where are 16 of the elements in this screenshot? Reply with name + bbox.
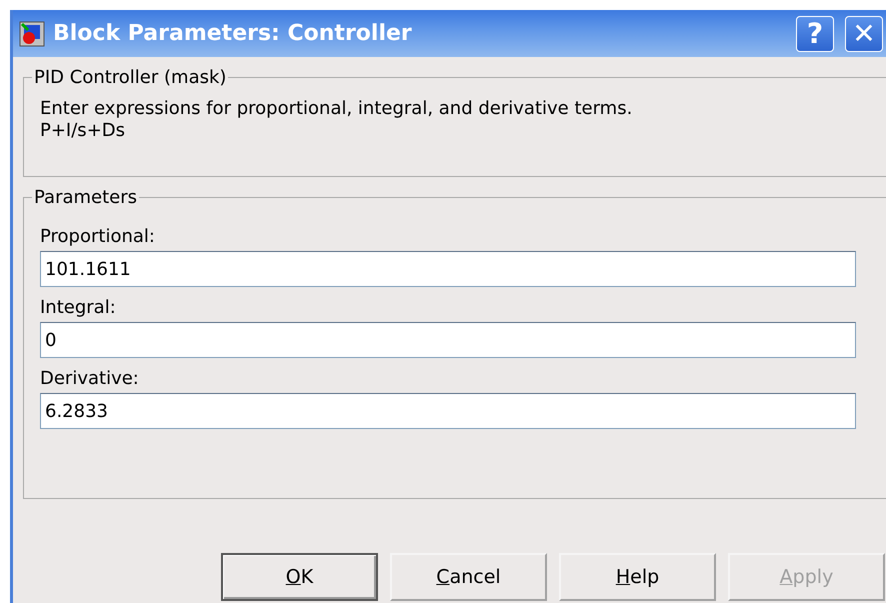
cancel-button[interactable]: Cancel (390, 553, 547, 601)
help-button[interactable]: ? (796, 16, 834, 52)
field-label: Integral: (40, 297, 117, 318)
field-label: Derivative: (40, 368, 140, 389)
window-title: Block Parameters: Controller (53, 21, 413, 46)
block-diagram-icon (19, 20, 45, 46)
group-title: PID Controller (mask) (33, 67, 228, 88)
close-button[interactable]: ✕ (845, 16, 883, 52)
group-title: Parameters (33, 187, 138, 208)
input-field[interactable]: 6.2833 (40, 393, 856, 429)
input-field[interactable]: 0 (40, 322, 856, 358)
ok-button[interactable]: OK (221, 553, 378, 601)
help-button[interactable]: Help (559, 553, 716, 601)
description: Enter expressions for proportional, integral, and derivative terms. P+I/s+Ds (40, 98, 634, 142)
input-field[interactable]: 101.1611 (40, 251, 856, 287)
field-label: Proportional: (40, 226, 156, 247)
